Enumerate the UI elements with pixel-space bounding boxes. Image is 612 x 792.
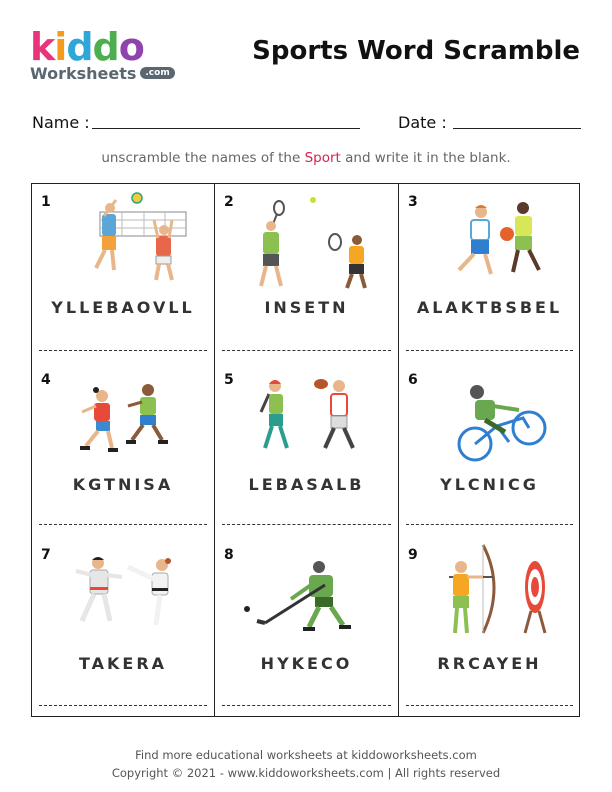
tennis-players-icon: [259, 197, 367, 289]
scramble-cell: 9 RRCAYEH: [399, 537, 580, 717]
scramble-grid: 1 YLLEBAOVLL 2 INSETN 3 ALAKTBSBEL 4 KGT…: [31, 183, 580, 717]
scrambled-word: KGTNISA: [72, 475, 174, 494]
logo-sub-text: Worksheets: [30, 64, 137, 83]
name-label: Name :: [32, 113, 90, 132]
logo-wordmark: kiddo: [30, 28, 180, 66]
item-number: 6: [408, 372, 418, 388]
logo-letter: d: [92, 25, 120, 69]
scramble-cell: 2 INSETN: [215, 184, 398, 362]
scrambled-word: YLLEBAOVLL: [51, 298, 195, 317]
answer-blank[interactable]: [406, 350, 573, 351]
logo-letter: o: [118, 25, 145, 69]
answer-blank[interactable]: [406, 524, 573, 525]
instruction-after: and write it in the blank.: [340, 150, 511, 166]
logo-letter: i: [54, 25, 67, 69]
logo-letter: d: [66, 25, 93, 69]
date-label: Date :: [398, 113, 447, 132]
scrambled-word: ALAKTBSBEL: [416, 298, 563, 317]
karate-fighters-icon: [75, 557, 171, 626]
item-number: 8: [224, 547, 234, 563]
answer-blank[interactable]: [222, 705, 391, 706]
item-number: 3: [408, 194, 418, 210]
scrambled-word: YLCNICG: [440, 475, 539, 494]
date-field-line[interactable]: [453, 128, 581, 129]
baseball-players-icon: [259, 379, 355, 449]
hockey-player-icon: [244, 561, 351, 631]
scramble-cell: 4 KGTNISA: [32, 362, 214, 537]
instruction-highlight: Sport: [304, 150, 341, 166]
scramble-cell: 7 TAKERA: [32, 537, 214, 717]
scrambled-word: LEBASALB: [248, 475, 365, 494]
scrambled-word: TAKERA: [78, 654, 168, 673]
page-title: Sports Word Scramble: [252, 36, 580, 66]
answer-blank[interactable]: [222, 524, 391, 525]
scrambled-word: INSETN: [264, 298, 349, 317]
answer-blank[interactable]: [39, 524, 207, 525]
logo-subtitle: Worksheets .com: [30, 64, 180, 83]
item-number: 1: [41, 194, 51, 210]
item-number: 9: [408, 547, 418, 563]
scrambled-word: RRCAYEH: [437, 654, 542, 673]
answer-blank[interactable]: [39, 705, 207, 706]
instruction-before: unscramble the names of the: [101, 150, 305, 166]
item-number: 2: [224, 194, 234, 210]
scramble-cell: 6 YLCNICG: [399, 362, 580, 537]
volleyball-players-icon: [94, 192, 187, 281]
item-number: 5: [224, 372, 234, 388]
archer-target-icon: [449, 544, 547, 634]
kiddo-logo: kiddo Worksheets .com: [30, 28, 180, 88]
cyclist-icon: [457, 385, 547, 462]
logo-letter: k: [30, 25, 55, 69]
scramble-cell: 3 ALAKTBSBEL: [399, 184, 580, 362]
name-field-line[interactable]: [92, 128, 360, 129]
footer-line-2: Copyright © 2021 - www.kiddoworksheets.c…: [111, 766, 501, 780]
instruction-text: unscramble the names of the Sport and wr…: [0, 150, 612, 166]
item-number: 7: [41, 547, 51, 563]
footer-line-1: Find more educational worksheets at kidd…: [135, 748, 477, 762]
answer-blank[interactable]: [39, 350, 207, 351]
skating-kids-icon: [80, 384, 168, 452]
logo-com-badge: .com: [140, 67, 175, 79]
scramble-cell: 1 YLLEBAOVLL: [32, 184, 214, 362]
scramble-cell: 5 LEBASALB: [215, 362, 398, 537]
answer-blank[interactable]: [406, 705, 573, 706]
scramble-cell: 8 HYKECO: [215, 537, 398, 717]
scrambled-word: HYKECO: [260, 654, 353, 673]
item-number: 4: [41, 372, 51, 388]
answer-blank[interactable]: [222, 350, 391, 351]
basketball-players-icon: [457, 202, 541, 275]
